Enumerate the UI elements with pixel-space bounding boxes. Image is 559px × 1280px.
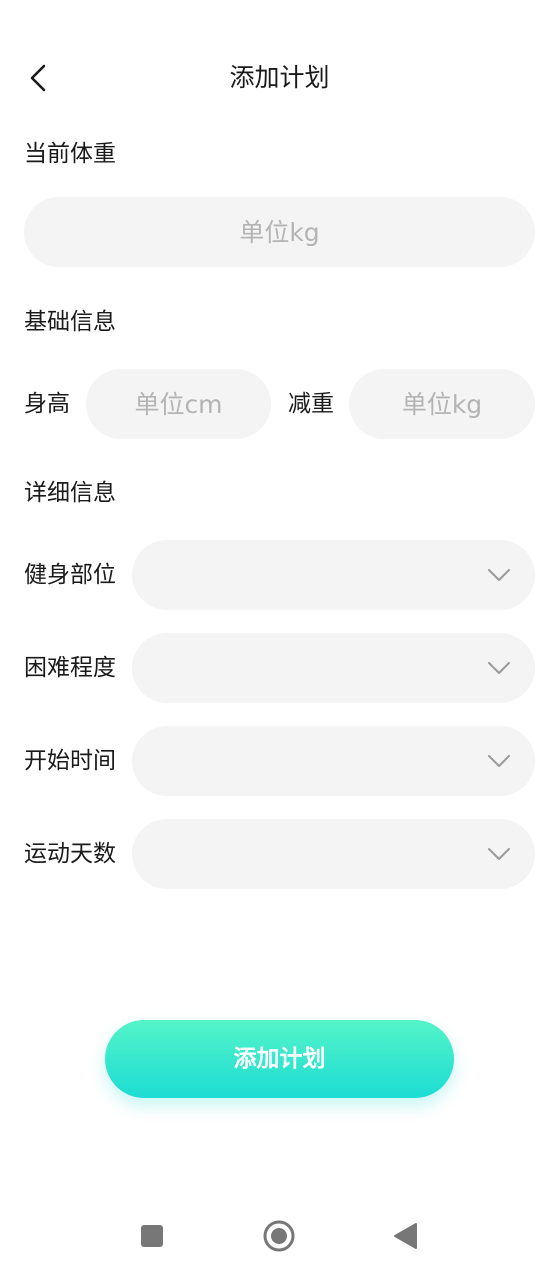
- recents-square-icon: [141, 1225, 163, 1247]
- height-input[interactable]: [86, 369, 271, 439]
- add-plan-button[interactable]: 添加计划: [105, 1020, 454, 1098]
- chevron-down-icon: [488, 569, 510, 581]
- chevron-down-icon: [488, 755, 510, 767]
- current-weight-input[interactable]: [24, 197, 535, 267]
- chevron-down-icon: [488, 848, 510, 860]
- system-nav-bar: [0, 1200, 559, 1280]
- current-weight-title: 当前体重: [24, 141, 116, 167]
- body-part-select[interactable]: [132, 540, 535, 610]
- start-time-select[interactable]: [132, 726, 535, 796]
- system-back-button[interactable]: [386, 1216, 426, 1256]
- chevron-down-icon: [488, 662, 510, 674]
- detail-info-title: 详细信息: [24, 480, 116, 506]
- basic-info-title: 基础信息: [24, 309, 116, 335]
- reduce-weight-input[interactable]: [349, 369, 535, 439]
- start-time-label: 开始时间: [24, 748, 116, 774]
- add-plan-screen: 添加计划 当前体重 基础信息 身高 减重 详细信息 健身部位 困难程度 开始时间…: [0, 0, 559, 1280]
- body-part-label: 健身部位: [24, 562, 116, 588]
- difficulty-select[interactable]: [132, 633, 535, 703]
- back-triangle-icon: [394, 1223, 417, 1249]
- home-button[interactable]: [259, 1216, 299, 1256]
- reduce-weight-label: 减重: [288, 391, 334, 417]
- home-circle-icon: [263, 1220, 295, 1252]
- height-label: 身高: [24, 391, 70, 417]
- exercise-days-select[interactable]: [132, 819, 535, 889]
- exercise-days-label: 运动天数: [24, 841, 116, 867]
- recents-button[interactable]: [132, 1216, 172, 1256]
- page-title: 添加计划: [229, 63, 330, 92]
- difficulty-label: 困难程度: [24, 655, 116, 681]
